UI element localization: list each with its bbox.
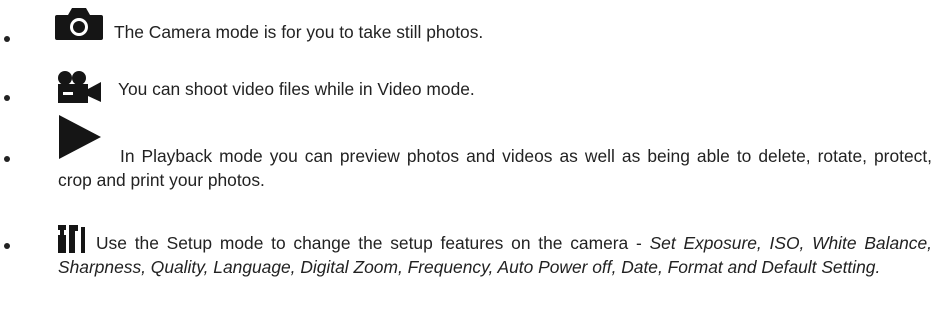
- playback-mode-text: In Playback mode you can preview photos …: [58, 146, 932, 190]
- camera-mode-text: The Camera mode is for you to take still…: [114, 22, 484, 42]
- camera-icon: [55, 8, 103, 40]
- video-mode-text: You can shoot video files while in Video…: [118, 79, 475, 99]
- video-camera-icon: [58, 71, 101, 103]
- bullet-dot: [4, 95, 10, 101]
- setup-mode-text-plain: Use the Setup mode to change the setup f…: [96, 233, 650, 253]
- bullet-dot: [4, 156, 10, 162]
- setup-mode-text: Use the Setup mode to change the setup f…: [58, 231, 932, 279]
- bullet-dot: [4, 36, 10, 42]
- bullet-dot: [4, 243, 10, 249]
